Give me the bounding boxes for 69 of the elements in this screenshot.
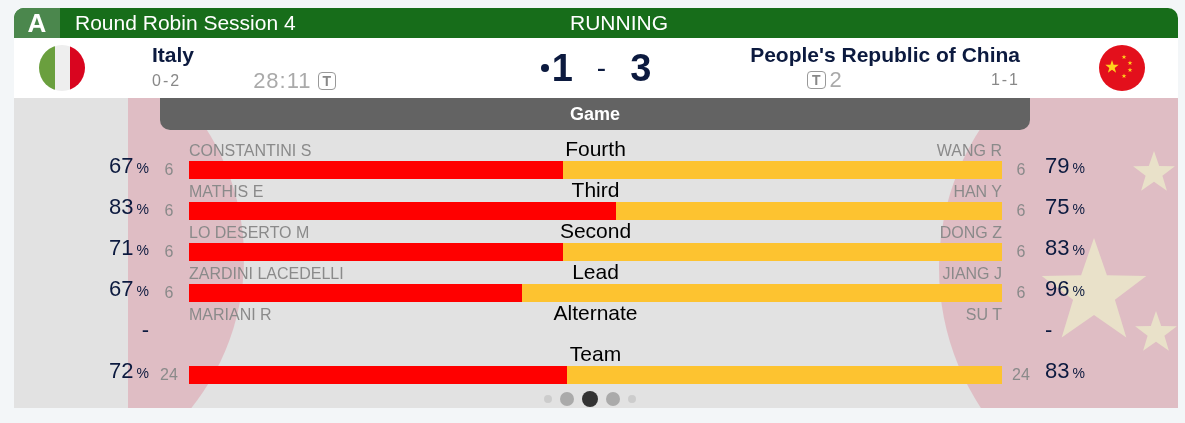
flag-icon [1099, 45, 1145, 91]
hammer-dot [540, 64, 549, 72]
percent-sign: % [1072, 242, 1085, 258]
percentage: 96 [1045, 276, 1070, 302]
percent-sign: % [136, 242, 149, 258]
game-clock: 2 [829, 67, 843, 93]
shot-count: 6 [163, 283, 175, 302]
position-label: Third [571, 179, 620, 201]
position-label: Team [569, 343, 622, 365]
team-score: 1 [551, 46, 573, 90]
player-name: CONSTANTINI S [189, 142, 312, 160]
percent-sign: % [1072, 283, 1085, 299]
shot-count: 6 [163, 160, 175, 179]
player-name: ZARDINI LACEDELLI [189, 265, 344, 283]
percentage: 67 [109, 153, 134, 179]
team-score: 3 [630, 46, 652, 90]
percentage: - [141, 317, 149, 343]
percentage: 67 [109, 276, 134, 302]
score-separator: - [596, 52, 607, 84]
page-dot[interactable] [582, 391, 598, 407]
percent-sign: % [136, 365, 149, 381]
shot-count: 6 [1015, 201, 1027, 220]
percentage: 79 [1045, 153, 1070, 179]
sheet-badge: A [14, 8, 60, 38]
percentage: 75 [1045, 194, 1070, 220]
shot-count: 6 [1015, 160, 1027, 179]
flag-icon [39, 45, 85, 91]
game-status: RUNNING [570, 11, 668, 35]
percent-sign: % [136, 201, 149, 217]
percentage: 83 [109, 194, 134, 220]
player-name: LO DESERTO M [189, 224, 310, 242]
percentage: 83 [1045, 235, 1070, 261]
percentage: - [1045, 317, 1053, 343]
session-title: Round Robin Session 4 [74, 11, 297, 35]
team-record: 0-2 [152, 71, 182, 90]
player-name: DONG Z [939, 224, 1002, 242]
percent-sign: % [136, 283, 149, 299]
timeout-badge: T [807, 71, 826, 89]
position-label: Lead [572, 261, 619, 283]
percentage: 72 [109, 358, 134, 384]
shot-count: 24 [159, 365, 179, 384]
shot-count: 6 [163, 201, 175, 220]
team-name: People's Republic of China [750, 43, 1020, 67]
percent-sign: % [1072, 201, 1085, 217]
player-name: WANG R [936, 142, 1002, 160]
position-label: Fourth [565, 138, 626, 160]
page-dot[interactable] [606, 392, 620, 406]
shot-count: 24 [1011, 365, 1031, 384]
timeout-badge: T [317, 71, 337, 90]
percent-sign: % [1072, 160, 1085, 176]
player-name: MARIANI R [189, 306, 272, 324]
shot-count: 6 [1015, 283, 1027, 302]
team-record: 1-1 [990, 71, 1020, 89]
team-name: Italy [152, 42, 195, 67]
player-name: MATHIS E [189, 183, 264, 201]
page-dot[interactable] [560, 392, 574, 406]
percent-sign: % [136, 160, 149, 176]
game-clock: 28:11 [253, 67, 312, 94]
game-tab[interactable]: Game [160, 98, 1030, 130]
shot-count: 6 [1015, 242, 1027, 261]
position-label: Second [559, 220, 632, 242]
shot-count: 6 [163, 242, 175, 261]
player-name: SU T [965, 306, 1002, 324]
percent-sign: % [1072, 365, 1085, 381]
player-name: HAN Y [953, 183, 1002, 201]
percentage: 71 [109, 235, 134, 261]
player-name: JIANG J [942, 265, 1002, 283]
position-label: Alternate [553, 302, 638, 324]
percentage: 83 [1045, 358, 1070, 384]
